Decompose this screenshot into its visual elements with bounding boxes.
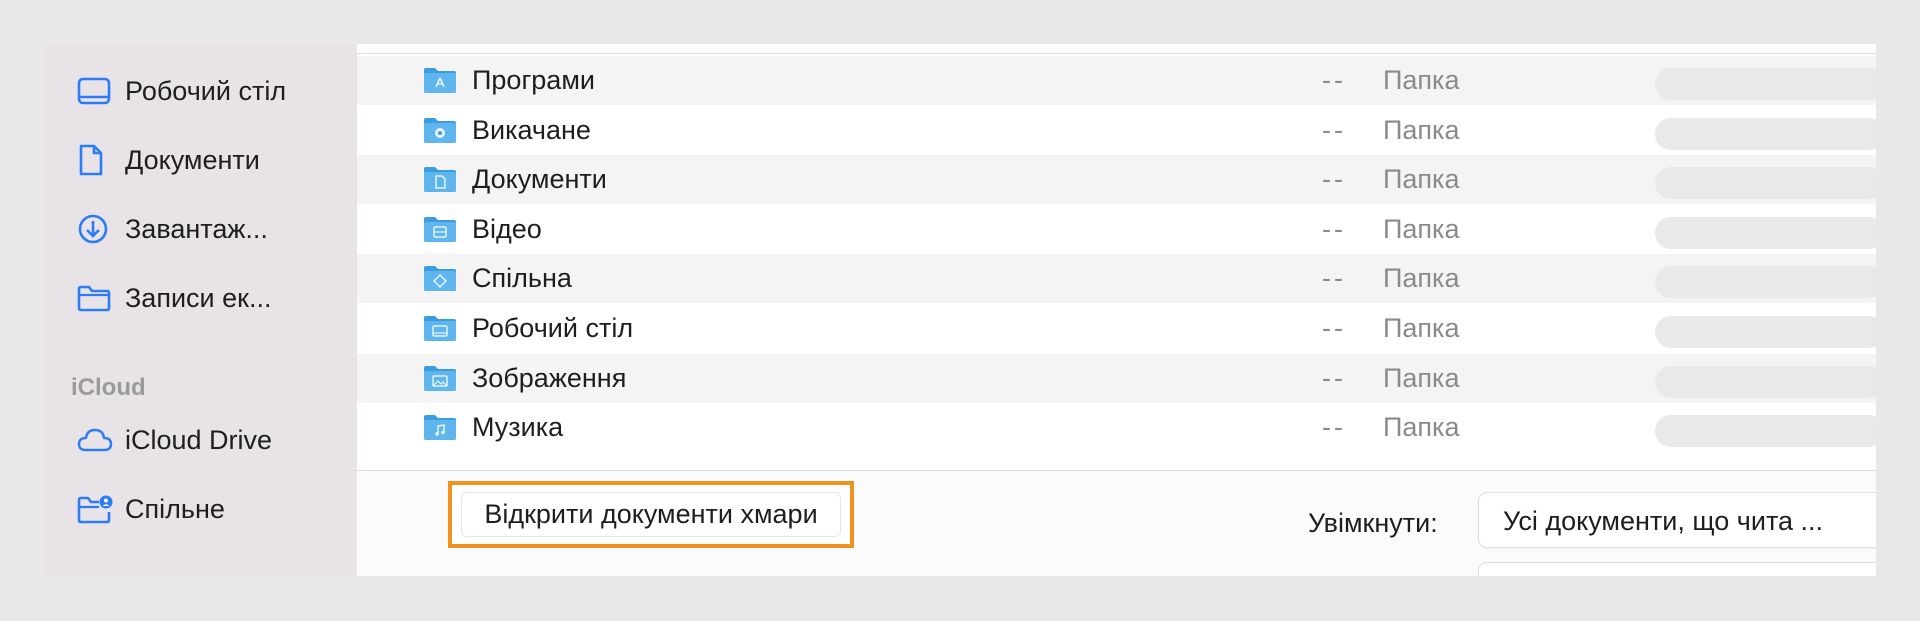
file-open-dialog: Робочий стіл Документи Завантаж... Запис… — [44, 44, 1876, 576]
file-size: -- — [1322, 313, 1346, 343]
file-name: Спільна — [472, 263, 572, 294]
file-kind: Папка — [1383, 65, 1460, 95]
file-date-placeholder — [1655, 117, 1876, 150]
desktop-icon — [77, 74, 115, 108]
file-list: Програми -- Папка Викачане -- Папка Документи -… — [357, 44, 1876, 576]
highlight-frame: Відкрити документи хмари — [448, 481, 854, 548]
downloads-folder-icon — [423, 116, 457, 144]
file-date-placeholder — [1655, 266, 1876, 299]
sidebar-item-screen-recordings[interactable]: Записи ек... — [77, 281, 271, 315]
file-name: Зображення — [472, 362, 627, 393]
file-size: -- — [1322, 412, 1346, 443]
table-row[interactable]: Робочий стіл -- Папка — [357, 304, 1876, 353]
file-date-placeholder — [1655, 167, 1876, 200]
documents-folder-icon — [423, 165, 457, 193]
file-size: -- — [1322, 164, 1346, 195]
sidebar-item-label: Спільне — [125, 493, 225, 524]
file-date-placeholder — [1655, 216, 1876, 249]
desktop-folder-icon — [423, 314, 457, 342]
sidebar-section-icloud: iCloud — [71, 374, 146, 401]
file-kind: Папка — [1383, 164, 1460, 195]
table-row[interactable]: Музика -- Папка — [357, 403, 1876, 452]
file-date-placeholder — [1655, 365, 1876, 398]
file-date-placeholder — [1655, 316, 1876, 348]
file-kind: Папка — [1383, 362, 1460, 393]
file-name: Відео — [472, 213, 542, 244]
table-row[interactable]: Спільна -- Папка — [357, 254, 1876, 304]
file-name: Викачане — [472, 114, 591, 145]
cloud-icon — [77, 423, 115, 457]
sidebar-item-desktop[interactable]: Робочий стіл — [77, 74, 286, 108]
file-kind: Папка — [1383, 114, 1460, 145]
file-size: -- — [1322, 213, 1346, 244]
sidebar-item-label: Документи — [125, 144, 260, 175]
file-name: Документи — [472, 164, 607, 195]
enable-select[interactable]: Усі документи, що чита ... — [1479, 493, 1876, 547]
file-size: -- — [1322, 362, 1346, 393]
sidebar-item-label: Завантаж... — [125, 213, 268, 244]
file-kind: Папка — [1383, 213, 1460, 244]
sidebar: Робочий стіл Документи Завантаж... Запис… — [44, 44, 357, 576]
sidebar-item-icloud-drive[interactable]: iCloud Drive — [77, 423, 272, 457]
file-date-placeholder — [1655, 68, 1876, 100]
file-size: -- — [1322, 263, 1346, 294]
file-name: Програми — [472, 65, 595, 95]
file-name: Робочий стіл — [472, 313, 634, 343]
music-folder-icon — [423, 413, 457, 441]
applications-folder-icon — [423, 66, 457, 94]
sidebar-item-documents[interactable]: Документи — [77, 143, 260, 177]
open-cloud-documents-button[interactable]: Відкрити документи хмари — [462, 493, 840, 536]
sidebar-item-label: Записи ек... — [125, 282, 272, 313]
table-row[interactable]: Зображення -- Папка — [357, 353, 1876, 403]
sidebar-item-shared[interactable]: Спільне — [77, 492, 225, 526]
file-kind: Папка — [1383, 263, 1460, 294]
file-date-placeholder — [1655, 415, 1876, 448]
secondary-select[interactable] — [1479, 563, 1876, 576]
table-row[interactable]: Відео -- Папка — [357, 205, 1876, 254]
file-size: -- — [1322, 65, 1346, 95]
document-icon — [77, 143, 115, 177]
enable-label: Увімкнути: — [1308, 508, 1438, 538]
file-kind: Папка — [1383, 412, 1460, 443]
table-row[interactable]: Програми -- Папка — [357, 56, 1876, 105]
sidebar-item-downloads[interactable]: Завантаж... — [77, 212, 268, 246]
file-name: Музика — [472, 412, 564, 443]
shared-folder-icon — [77, 492, 115, 526]
movies-folder-icon — [423, 215, 457, 243]
enable-select-value: Усі документи, що чита ... — [1503, 506, 1824, 536]
table-row[interactable]: Документи -- Папка — [357, 155, 1876, 205]
divider — [357, 53, 1876, 54]
table-row[interactable]: Викачане -- Папка — [357, 106, 1876, 155]
public-folder-icon — [423, 264, 457, 292]
file-kind: Папка — [1383, 313, 1460, 343]
download-icon — [77, 212, 115, 246]
sidebar-item-label: Робочий стіл — [125, 75, 287, 106]
pictures-folder-icon — [423, 364, 457, 392]
folder-icon — [77, 281, 115, 315]
file-size: -- — [1322, 114, 1346, 145]
sidebar-item-label: iCloud Drive — [125, 424, 273, 455]
